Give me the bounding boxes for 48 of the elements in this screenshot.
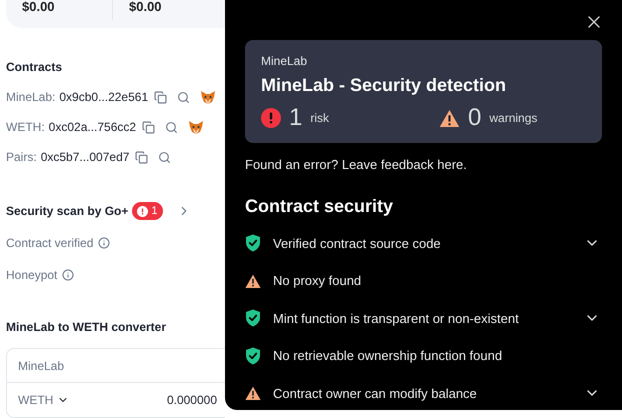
copy-icon[interactable] (142, 120, 156, 134)
feedback-link[interactable]: Found an error? Leave feedback here. (245, 155, 602, 174)
check-label: Honeypot (6, 267, 58, 284)
alert-icon (137, 206, 148, 216)
copy-icon[interactable] (135, 150, 148, 164)
security-scan-label: Security scan by Go+ (6, 203, 128, 220)
warning-icon (439, 108, 460, 128)
search-icon[interactable] (158, 150, 172, 164)
token-dropdown[interactable]: WETH (18, 391, 70, 409)
summary-value: $0.00 (129, 0, 162, 14)
warning-icon (245, 274, 261, 288)
security-check-label: No retrievable ownership function found (273, 347, 504, 365)
copy-icon[interactable] (154, 90, 168, 104)
section-heading: Contract security (245, 194, 394, 218)
risk-count: 1 (289, 105, 302, 131)
converter-token: MineLab (18, 358, 64, 374)
section-heading: Contracts (6, 59, 64, 76)
contract-address: 0xc02a...756cc2 (48, 119, 136, 136)
contract-label: WETH: (6, 119, 45, 136)
security-check-label: Verified contract source code (273, 234, 442, 252)
risk-badge: 1 (132, 202, 163, 220)
shield-check-icon (245, 309, 261, 328)
info-icon[interactable] (98, 237, 110, 249)
warning-icon (245, 386, 261, 400)
card-subtitle: MineLab (261, 53, 308, 70)
contract-address: 0x9cb0...22e561 (59, 89, 148, 106)
risk-label: risk (310, 110, 330, 127)
shield-check-icon (245, 346, 261, 365)
info-icon[interactable] (62, 269, 74, 281)
alert-icon (261, 108, 281, 128)
fox-icon[interactable] (188, 120, 204, 134)
summary-value: $0.00 (22, 0, 55, 14)
section-heading: MineLab to WETH converter (6, 319, 168, 336)
fox-icon[interactable] (200, 90, 216, 104)
warning-label: warnings (489, 110, 538, 127)
security-check-label: Contract owner can modify balance (273, 384, 478, 403)
converter-amount: 0.000000 (166, 392, 217, 409)
security-check-label: Mint function is transparent or non-existent (273, 310, 520, 328)
contract-label: Pairs: (6, 149, 37, 166)
shield-check-icon (245, 234, 261, 252)
contract-label: MineLab: (6, 89, 56, 106)
check-label: Contract verified (6, 235, 94, 252)
security-check-label: No proxy found (273, 272, 362, 290)
search-icon[interactable] (165, 120, 178, 134)
card-title: MineLab - Security detection (261, 74, 508, 97)
warning-count: 0 (468, 105, 482, 131)
search-icon[interactable] (177, 90, 190, 104)
contract-address: 0xc5b7...007ed7 (40, 149, 130, 166)
